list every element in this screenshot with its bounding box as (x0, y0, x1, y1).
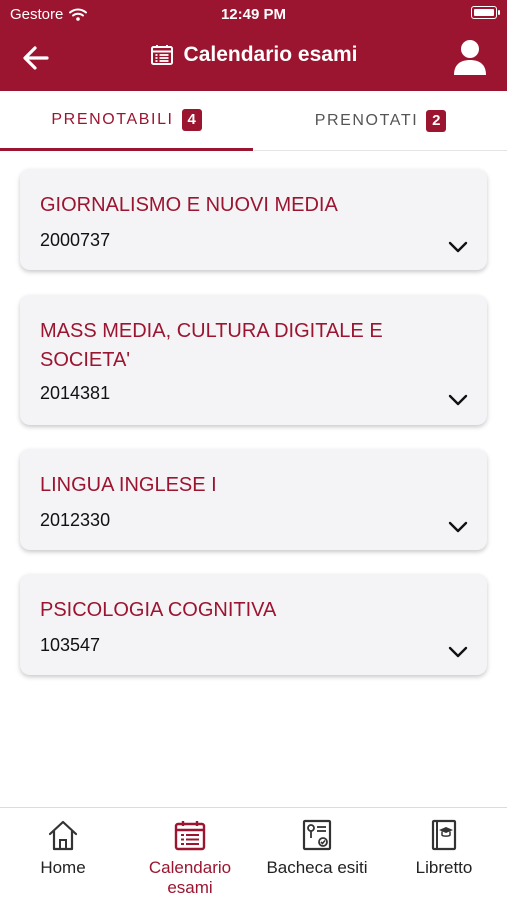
count-badge: 4 (181, 108, 202, 131)
status-bar: Gestore 12:49 PM (0, 0, 507, 30)
exam-card[interactable]: MASS MEDIA, CULTURA DIGITALE E SOCIETA' … (20, 295, 487, 425)
nav-home[interactable]: Home (0, 808, 126, 900)
book-icon (431, 819, 457, 851)
calendar-list-icon (174, 821, 206, 851)
nav-label: Libretto (415, 858, 473, 877)
chevron-down-icon (448, 646, 468, 658)
nav-calendario[interactable]: Calendario esami (127, 808, 253, 900)
status-time: 12:49 PM (220, 6, 287, 23)
exam-card[interactable]: LINGUA INGLESE I 2012330 (20, 449, 487, 550)
nav-bacheca-esiti[interactable]: Bacheca esiti (254, 808, 380, 900)
nav-label: Bacheca esiti (266, 858, 368, 877)
exam-title: PSICOLOGIA COGNITIVA (40, 599, 277, 621)
chevron-down-icon (448, 521, 468, 533)
certificate-icon (302, 819, 332, 851)
nav-label: Calendario esami (148, 858, 232, 897)
home-icon (48, 820, 78, 851)
tab-label: PRENOTATI (314, 111, 419, 129)
nav-libretto[interactable]: Libretto (381, 808, 507, 900)
exam-card[interactable]: PSICOLOGIA COGNITIVA 103547 (20, 574, 487, 675)
exam-code: 2014381 (40, 383, 111, 403)
exam-code: 2000737 (40, 230, 111, 250)
exam-title: GIORNALISMO E NUOVI MEDIA (40, 194, 338, 216)
bottom-navigation: Home Calendario esami Bacheca esiti Libr… (0, 807, 507, 900)
header-title-group: Calendario esami (0, 43, 507, 67)
chevron-down-icon (448, 394, 468, 406)
app-header: Gestore 12:49 PM Calendario esami (0, 0, 507, 91)
tab-prenotabili[interactable]: PRENOTABILI 4 (0, 91, 253, 151)
profile-button[interactable] (451, 38, 489, 78)
calendar-list-icon (150, 45, 173, 65)
user-icon (454, 40, 486, 75)
battery-icon (471, 6, 500, 19)
tab-prenotati[interactable]: PRENOTATI 2 (254, 91, 507, 151)
exam-card[interactable]: GIORNALISMO E NUOVI MEDIA 2000737 (20, 169, 487, 270)
count-badge: 2 (426, 109, 447, 132)
tab-bar: PRENOTABILI 4 PRENOTATI 2 (0, 91, 507, 151)
chevron-down-icon (448, 241, 468, 253)
exam-title: MASS MEDIA, CULTURA DIGITALE E SOCIETA' (40, 320, 383, 371)
exam-title: LINGUA INGLESE I (40, 474, 217, 496)
tab-label: PRENOTABILI (51, 110, 174, 128)
page-title: Calendario esami (183, 43, 358, 66)
exam-code: 2012330 (40, 510, 111, 530)
exam-code: 103547 (40, 635, 101, 655)
nav-label: Home (40, 858, 86, 877)
